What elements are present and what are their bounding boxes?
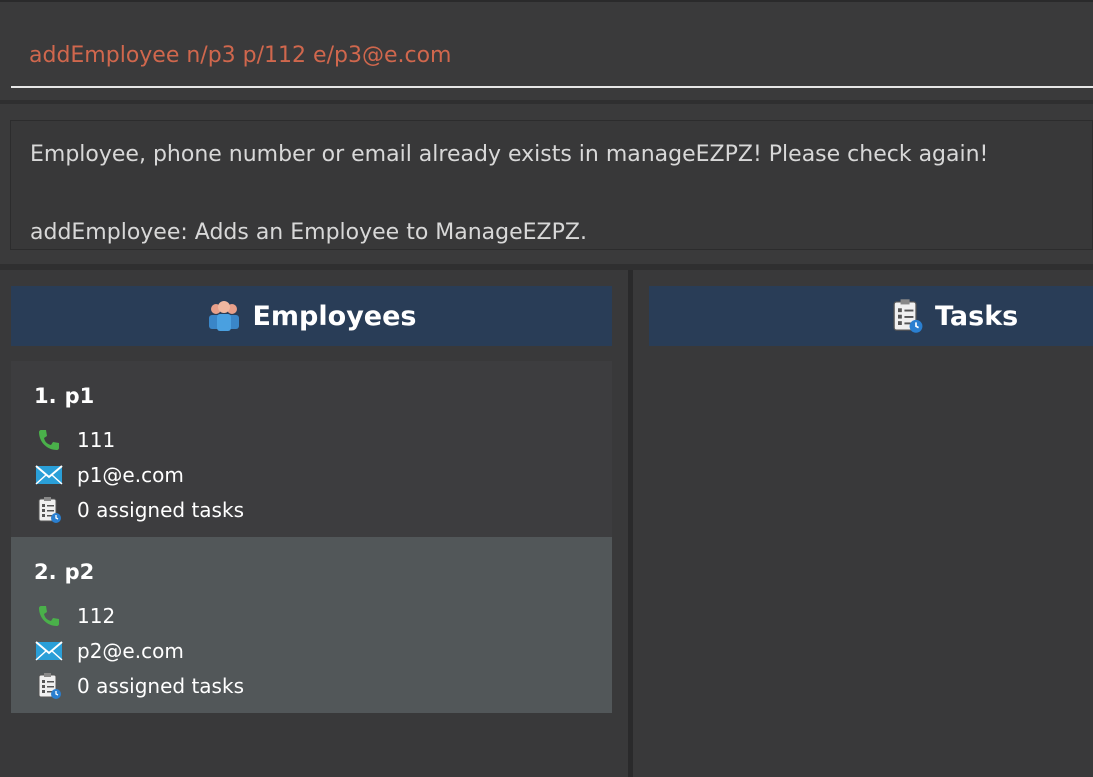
employee-email: p1@e.com [77, 462, 184, 487]
employee-email: p2@e.com [77, 638, 184, 663]
employees-title: Employees [252, 300, 417, 332]
employee-tasks-row: 0 assigned tasks [34, 668, 612, 703]
tasks-clipboard-icon [34, 495, 64, 525]
mail-icon [34, 636, 64, 666]
employee-card[interactable]: 1. p1 111 p1@e.com 0 assigned tasks [11, 361, 612, 537]
employee-index: 2. [34, 560, 57, 584]
app-window: addEmployee n/p3 p/112 e/p3@e.com Employ… [0, 0, 1093, 777]
tasks-header: Tasks [649, 286, 1093, 346]
result-display: Employee, phone number or email already … [10, 120, 1093, 250]
employee-phone-row: 112 [34, 598, 612, 633]
employee-phone: 112 [77, 603, 116, 628]
result-usage: addEmployee: Adds an Employee to ManageE… [30, 220, 587, 245]
phone-icon [34, 425, 64, 455]
employee-email-row: p1@e.com [34, 457, 612, 492]
mail-icon [34, 460, 64, 490]
employee-tasks: 0 assigned tasks [77, 497, 244, 522]
result-spacer [30, 174, 1092, 213]
tasks-panel: Tasks [633, 270, 1093, 777]
employees-header: Employees [11, 286, 612, 346]
tasks-title: Tasks [935, 300, 1019, 332]
employee-email-row: p2@e.com [34, 633, 612, 668]
phone-icon [34, 601, 64, 631]
employees-icon [206, 298, 242, 334]
employee-phone-row: 111 [34, 422, 612, 457]
employee-name: p1 [64, 384, 95, 408]
employee-phone: 111 [77, 427, 116, 452]
employee-tasks: 0 assigned tasks [77, 673, 244, 698]
employees-panel: Employees 1. p1 111 p1@e.com 0 assigned … [0, 270, 628, 777]
command-box: addEmployee n/p3 p/112 e/p3@e.com [0, 0, 1093, 100]
result-message: Employee, phone number or email already … [30, 142, 989, 167]
employee-card-selected[interactable]: 2. p2 112 p2@e.com 0 assigned tasks [11, 537, 612, 713]
result-display-container: Employee, phone number or email already … [0, 104, 1093, 264]
tasks-clipboard-icon [889, 298, 925, 334]
employee-name: p2 [64, 560, 95, 584]
employee-tasks-row: 0 assigned tasks [34, 492, 612, 527]
employee-index: 1. [34, 384, 57, 408]
command-input[interactable]: addEmployee n/p3 p/112 e/p3@e.com [11, 24, 1093, 88]
tasks-clipboard-icon [34, 671, 64, 701]
